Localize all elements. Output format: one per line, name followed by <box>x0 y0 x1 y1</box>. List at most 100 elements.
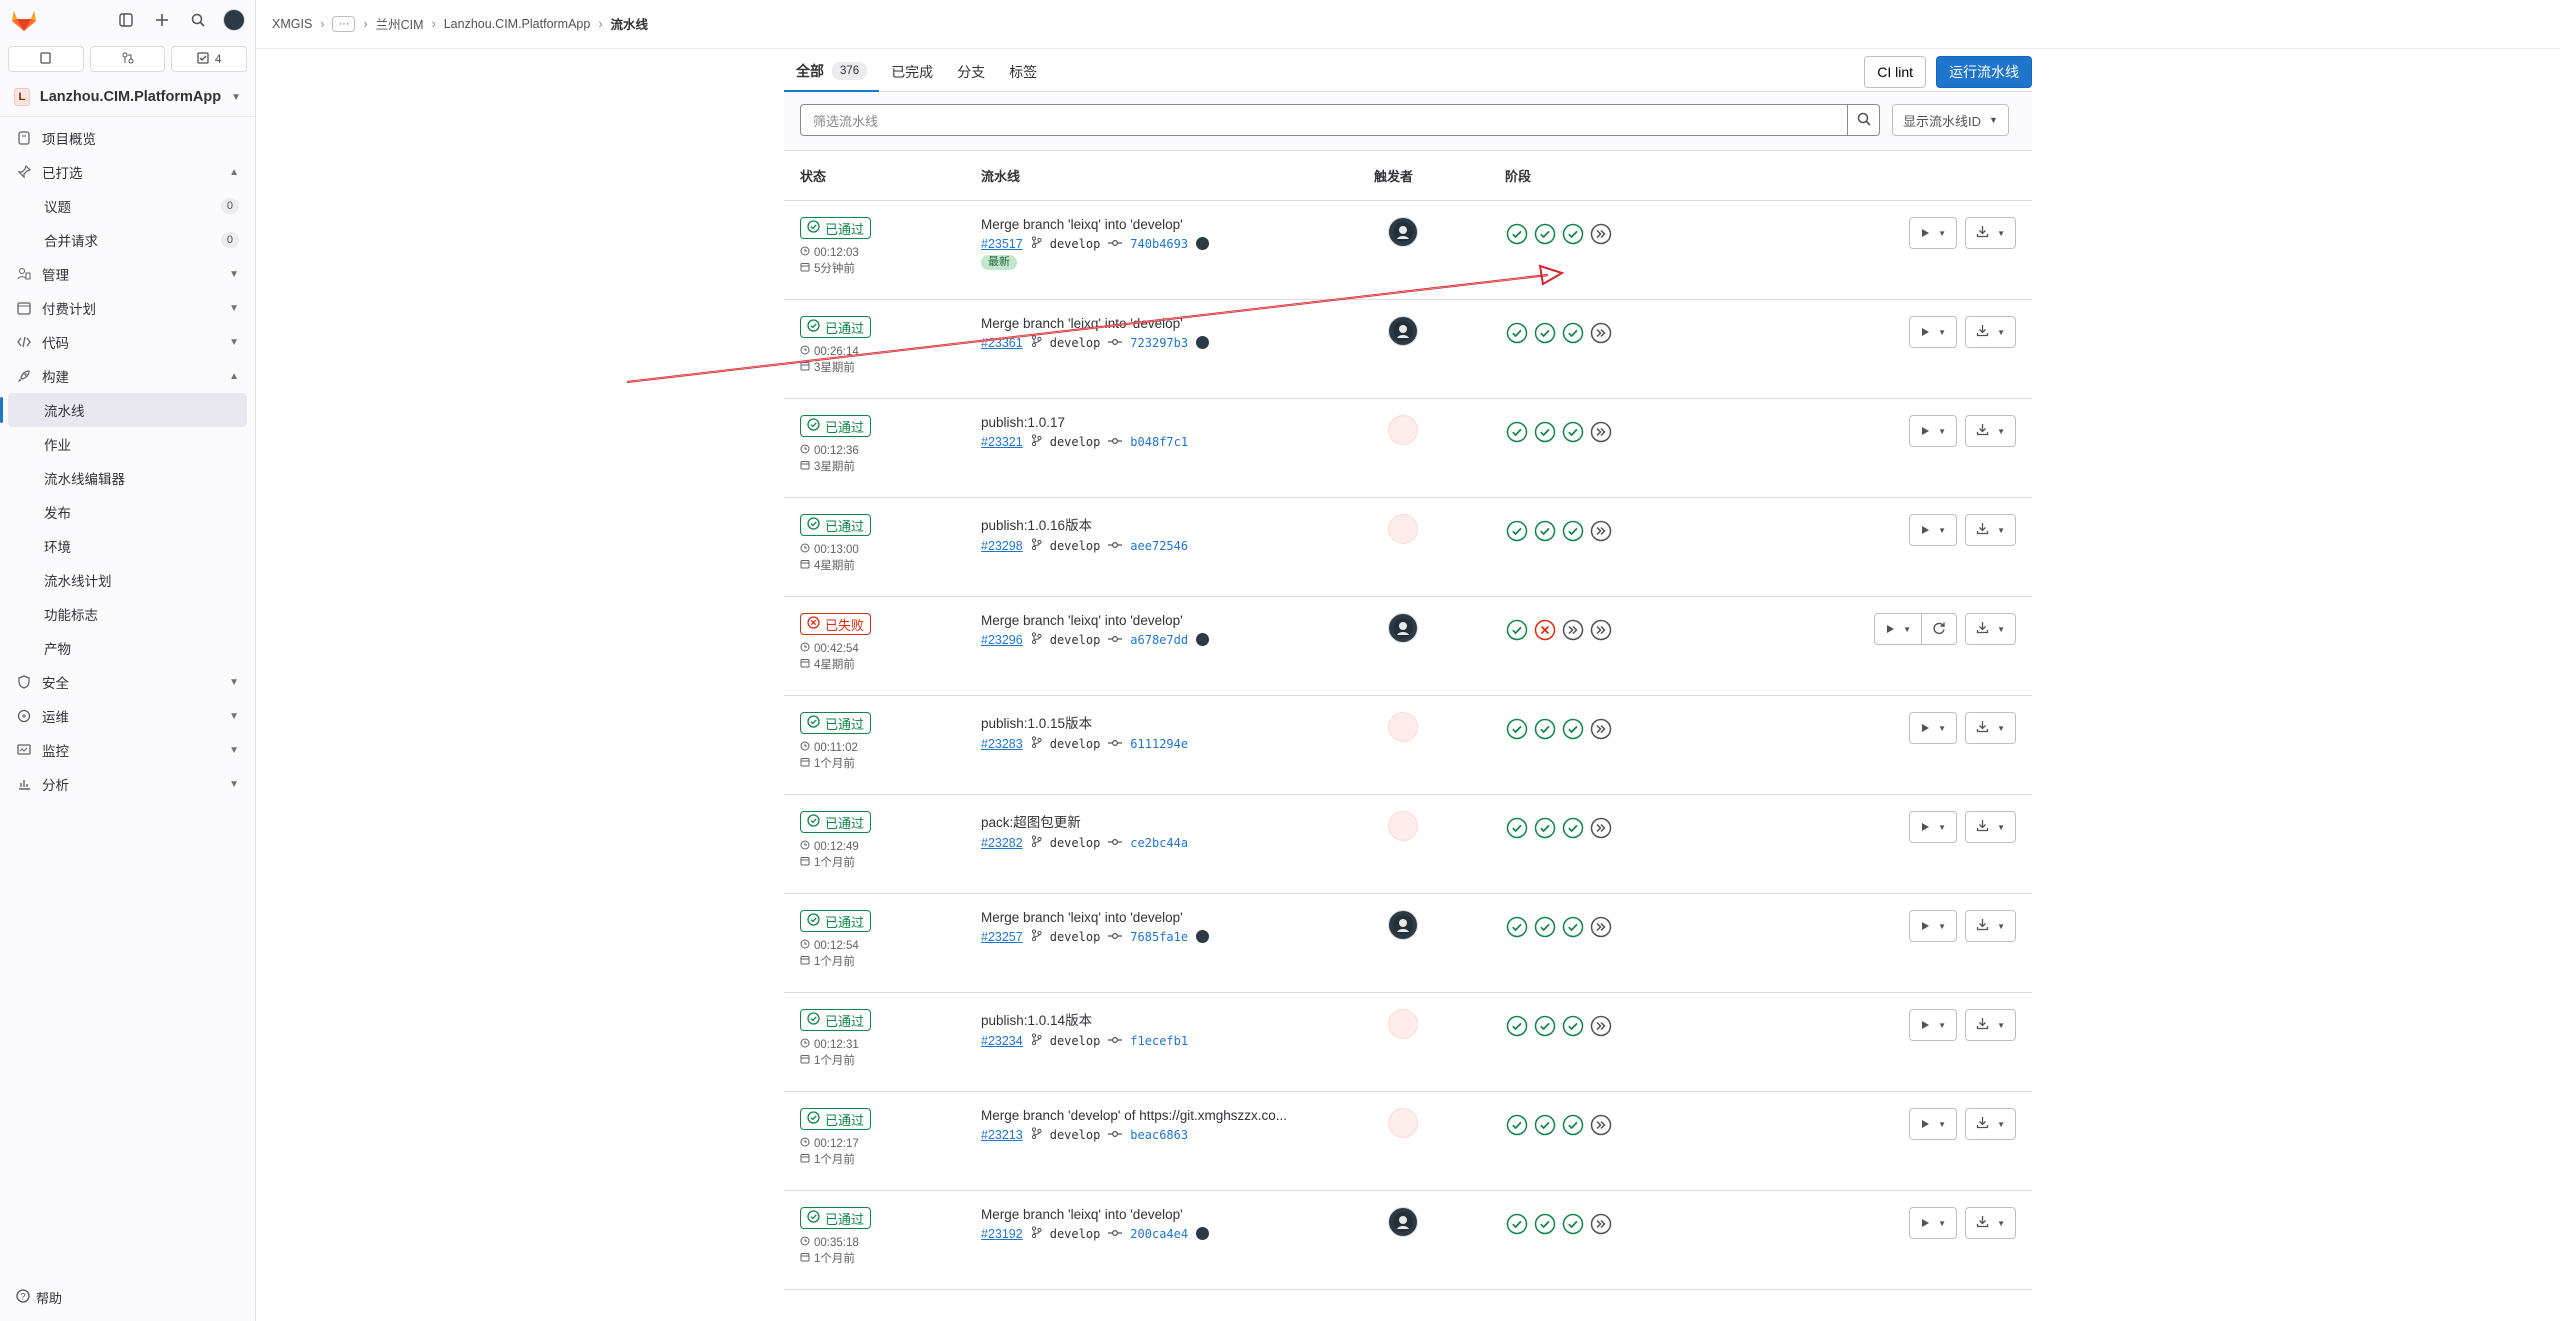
pipeline-id-link[interactable]: #23361 <box>981 336 1023 350</box>
branch-name[interactable]: develop <box>1050 237 1101 251</box>
sidebar-item-18[interactable]: 监控 ▼ <box>8 733 247 767</box>
pipeline-id-link[interactable]: #23298 <box>981 539 1023 553</box>
stage-success-icon[interactable] <box>1561 717 1585 741</box>
status-badge[interactable]: 已通过 <box>800 811 872 833</box>
pipeline-commit-title[interactable]: pack:超图包更新 <box>981 811 1351 831</box>
pipeline-id-link[interactable]: #23517 <box>981 237 1023 251</box>
stage-success-icon[interactable] <box>1505 915 1529 939</box>
issues-counter[interactable] <box>8 46 84 72</box>
download-artifacts-dropdown[interactable]: ▼ <box>1966 713 2015 743</box>
commit-sha[interactable]: 200ca4e4 <box>1130 1227 1188 1241</box>
stage-success-icon[interactable] <box>1561 420 1585 444</box>
sidebar-item-5[interactable]: 付费计划 ▼ <box>8 291 247 325</box>
download-artifacts-dropdown[interactable]: ▼ <box>1966 911 2015 941</box>
manual-jobs-dropdown[interactable]: ▼ <box>1910 1208 1956 1238</box>
sidebar-item-10[interactable]: 流水线编辑器 <box>8 461 247 495</box>
show-pipeline-id-dropdown[interactable]: 显示流水线ID ▼ <box>1892 104 2009 136</box>
commit-author-avatar[interactable] <box>1196 237 1210 250</box>
stage-success-icon[interactable] <box>1561 816 1585 840</box>
branch-name[interactable]: develop <box>1050 633 1101 647</box>
project-switcher[interactable]: L Lanzhou.CIM.PlatformApp ▼ <box>0 78 255 117</box>
stage-success-icon[interactable] <box>1505 1014 1529 1038</box>
manual-jobs-dropdown[interactable]: ▼ <box>1910 515 1956 545</box>
commit-sha[interactable]: aee72546 <box>1130 539 1188 553</box>
pipeline-commit-title[interactable]: Merge branch 'leixq' into 'develop' <box>981 1207 1351 1222</box>
pipeline-id-link[interactable]: #23213 <box>981 1128 1023 1142</box>
pipeline-commit-title[interactable]: publish:1.0.17 <box>981 415 1351 430</box>
sidebar-item-4[interactable]: 管理 ▼ <box>8 257 247 291</box>
stage-success-icon[interactable] <box>1561 519 1585 543</box>
pipeline-commit-title[interactable]: publish:1.0.15版本 <box>981 712 1351 732</box>
pipeline-commit-title[interactable]: publish:1.0.16版本 <box>981 514 1351 534</box>
pipeline-commit-title[interactable]: Merge branch 'leixq' into 'develop' <box>981 613 1351 628</box>
stage-success-icon[interactable] <box>1505 618 1529 642</box>
sidebar-item-11[interactable]: 发布 <box>8 495 247 529</box>
merge-requests-counter[interactable] <box>89 46 166 72</box>
trigger-avatar[interactable] <box>1388 1108 1418 1138</box>
trigger-avatar[interactable] <box>1388 316 1418 346</box>
stage-success-icon[interactable] <box>1533 519 1557 543</box>
sidebar-item-14[interactable]: 功能标志 <box>8 597 247 631</box>
stage-success-icon[interactable] <box>1505 1113 1529 1137</box>
branch-name[interactable]: develop <box>1050 435 1101 449</box>
stage-success-icon[interactable] <box>1505 519 1529 543</box>
stage-success-icon[interactable] <box>1561 1212 1585 1236</box>
manual-jobs-dropdown[interactable]: ▼ <box>1910 1010 1956 1040</box>
retry-button[interactable] <box>1921 614 1956 644</box>
ci-lint-button[interactable]: CI lint <box>1864 55 1926 88</box>
branch-name[interactable]: develop <box>1050 336 1101 350</box>
commit-sha[interactable]: 723297b3 <box>1130 336 1188 350</box>
commit-sha[interactable]: a678e7dd <box>1130 633 1188 647</box>
pipeline-id-link[interactable]: #23257 <box>981 930 1023 944</box>
search-icon[interactable] <box>187 9 209 31</box>
sidebar-item-2[interactable]: 议题 0 <box>8 189 247 223</box>
trigger-avatar[interactable] <box>1388 1009 1418 1039</box>
trigger-avatar[interactable] <box>1388 217 1418 247</box>
stage-success-icon[interactable] <box>1561 1113 1585 1137</box>
commit-sha[interactable]: 7685fa1e <box>1130 930 1188 944</box>
sidebar-item-16[interactable]: 安全 ▼ <box>8 665 247 699</box>
stage-skipped-icon[interactable] <box>1589 321 1613 345</box>
stage-success-icon[interactable] <box>1505 816 1529 840</box>
breadcrumb-group[interactable]: XMGIS <box>272 17 312 31</box>
trigger-avatar[interactable] <box>1388 712 1418 742</box>
manual-jobs-dropdown[interactable]: ▼ <box>1910 1109 1956 1139</box>
download-artifacts-dropdown[interactable]: ▼ <box>1966 1109 2015 1139</box>
commit-sha[interactable]: 740b4693 <box>1130 237 1188 251</box>
filter-pipelines-input[interactable]: 筛选流水线 <box>800 104 1848 136</box>
gitlab-logo[interactable] <box>10 6 38 34</box>
run-pipeline-button[interactable]: 运行流水线 <box>1936 55 2032 88</box>
download-artifacts-dropdown[interactable]: ▼ <box>1966 218 2015 248</box>
status-badge[interactable]: 已通过 <box>800 1009 872 1031</box>
commit-author-avatar[interactable] <box>1196 1227 1210 1240</box>
branch-name[interactable]: develop <box>1050 737 1101 751</box>
stage-success-icon[interactable] <box>1533 321 1557 345</box>
commit-author-avatar[interactable] <box>1196 930 1210 943</box>
commit-sha[interactable]: b048f7c1 <box>1130 435 1188 449</box>
stage-success-icon[interactable] <box>1533 1212 1557 1236</box>
branch-name[interactable]: develop <box>1050 1034 1101 1048</box>
sidebar-item-15[interactable]: 产物 <box>8 631 247 665</box>
manual-jobs-dropdown[interactable]: ▼ <box>1910 416 1956 446</box>
user-avatar[interactable] <box>223 9 245 31</box>
stage-skipped-icon[interactable] <box>1589 816 1613 840</box>
breadcrumb-project[interactable]: Lanzhou.CIM.PlatformApp <box>444 17 591 31</box>
sidebar-item-0[interactable]: 项目概览 <box>8 121 247 155</box>
pipeline-commit-title[interactable]: Merge branch 'develop' of https://git.xm… <box>981 1108 1351 1123</box>
stage-success-icon[interactable] <box>1561 222 1585 246</box>
manual-jobs-dropdown[interactable]: ▼ <box>1910 317 1956 347</box>
stage-success-icon[interactable] <box>1505 420 1529 444</box>
pipeline-commit-title[interactable]: Merge branch 'leixq' into 'develop' <box>981 316 1351 331</box>
manual-jobs-dropdown[interactable]: ▼ <box>1910 911 1956 941</box>
stage-success-icon[interactable] <box>1505 717 1529 741</box>
download-artifacts-dropdown[interactable]: ▼ <box>1966 1010 2015 1040</box>
tab-all[interactable]: 全部 376 <box>784 52 880 92</box>
pipeline-id-link[interactable]: #23192 <box>981 1227 1023 1241</box>
tab-branches[interactable]: 分支 <box>945 52 997 92</box>
sidebar-item-7[interactable]: 构建 ▲ <box>8 359 247 393</box>
status-badge[interactable]: 已通过 <box>800 415 872 437</box>
pipeline-id-link[interactable]: #23296 <box>981 633 1023 647</box>
stage-success-icon[interactable] <box>1533 222 1557 246</box>
stage-success-icon[interactable] <box>1561 915 1585 939</box>
stage-skipped-icon[interactable] <box>1589 717 1613 741</box>
